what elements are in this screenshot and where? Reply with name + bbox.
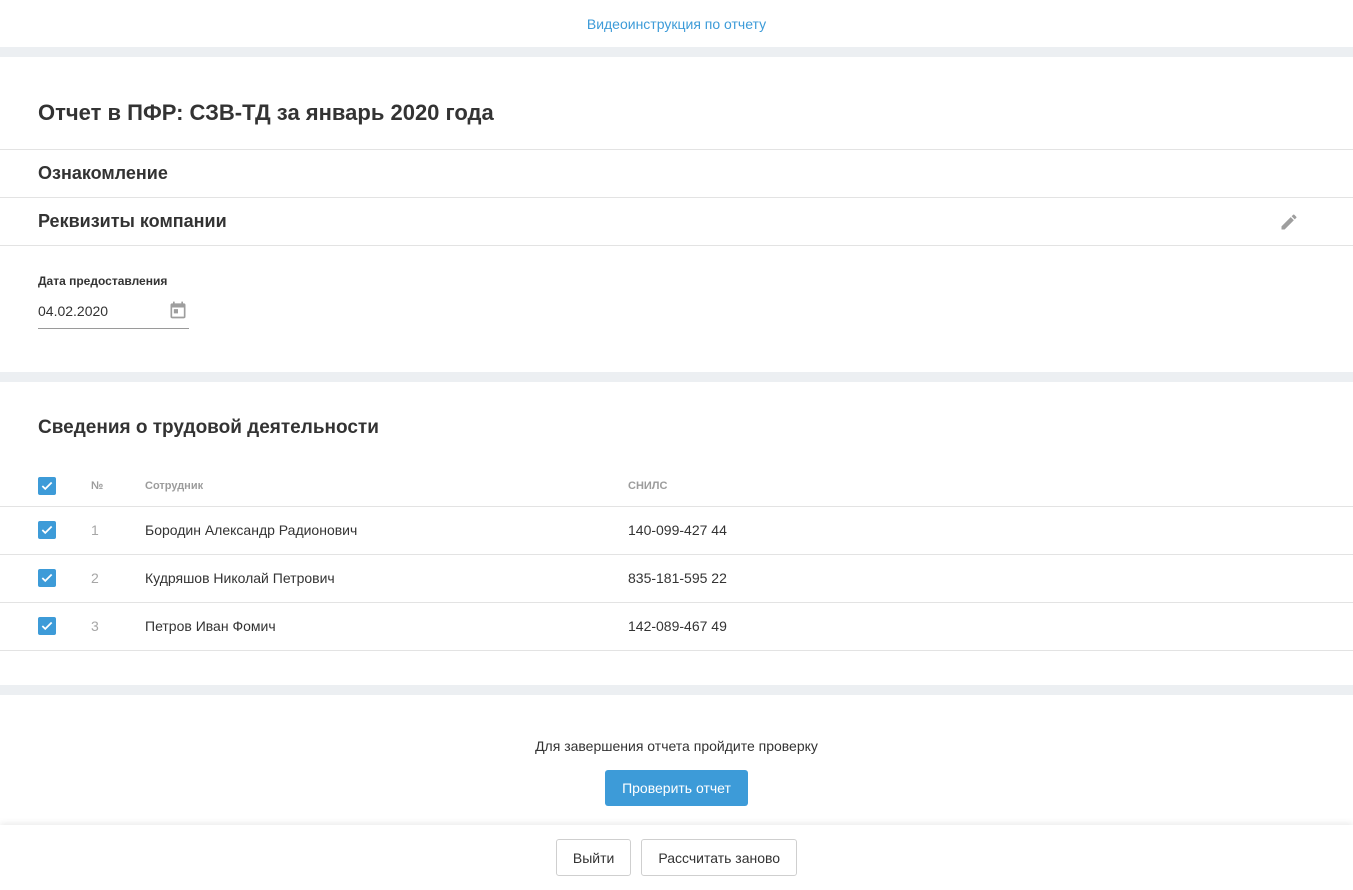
row-checkbox[interactable]	[38, 617, 56, 635]
table-header-row: № Сотрудник СНИЛС	[0, 466, 1353, 507]
top-link-bar: Видеоинструкция по отчету	[0, 0, 1353, 47]
section-company-label: Реквизиты компании	[38, 211, 227, 231]
table-row[interactable]: 2 Кудряшов Николай Петрович 835-181-595 …	[0, 554, 1353, 603]
verify-block: Для завершения отчета пройдите проверку …	[0, 695, 1353, 826]
row-checkbox[interactable]	[38, 521, 56, 539]
row-num: 2	[91, 554, 145, 603]
verify-hint: Для завершения отчета пройдите проверку	[535, 738, 818, 754]
checkmark-icon	[41, 525, 53, 535]
checkmark-icon	[41, 621, 53, 631]
section-separator	[0, 372, 1353, 382]
table-row[interactable]: 1 Бородин Александр Радионович 140-099-4…	[0, 506, 1353, 555]
footer-actions: Выйти Рассчитать заново	[0, 825, 1353, 890]
header-snils: СНИЛС	[628, 466, 1353, 507]
checkmark-icon	[41, 573, 53, 583]
section-intro[interactable]: Ознакомление	[0, 150, 1353, 197]
row-snils: 142-089-467 49	[628, 602, 1353, 651]
section-intro-label: Ознакомление	[38, 163, 168, 183]
verify-report-button[interactable]: Проверить отчет	[605, 770, 748, 806]
calendar-icon[interactable]	[167, 299, 189, 321]
section-separator	[0, 685, 1353, 695]
work-activity-title: Сведения о трудовой деятельности	[38, 417, 379, 438]
section-company-details[interactable]: Реквизиты компании	[0, 198, 1353, 245]
row-employee-name: Бородин Александр Радионович	[145, 506, 628, 555]
submission-date-block: Дата предоставления	[0, 246, 1353, 372]
report-header: Отчет в ПФР: СЗВ-ТД за январь 2020 года	[0, 57, 1353, 149]
row-snils: 140-099-427 44	[628, 506, 1353, 555]
video-instruction-link[interactable]: Видеоинструкция по отчету	[587, 16, 766, 32]
row-num: 1	[91, 506, 145, 555]
submission-date-field	[38, 299, 189, 329]
row-employee-name: Кудряшов Николай Петрович	[145, 554, 628, 603]
select-all-checkbox[interactable]	[38, 476, 56, 495]
submission-date-input[interactable]	[38, 302, 148, 319]
page-title: Отчет в ПФР: СЗВ-ТД за январь 2020 года	[38, 100, 494, 125]
section-separator	[0, 47, 1353, 57]
work-activity-block: Сведения о трудовой деятельности № Сотру…	[0, 382, 1353, 685]
header-num: №	[91, 466, 145, 507]
header-employee: Сотрудник	[145, 466, 628, 507]
submission-date-label: Дата предоставления	[38, 274, 168, 288]
employees-table: № Сотрудник СНИЛС 1 Бородин Александр Ра…	[0, 466, 1353, 651]
row-checkbox[interactable]	[38, 569, 56, 587]
row-snils: 835-181-595 22	[628, 554, 1353, 603]
checkmark-icon	[41, 481, 53, 490]
exit-button[interactable]: Выйти	[555, 839, 632, 876]
table-row[interactable]: 3 Петров Иван Фомич 142-089-467 49	[0, 602, 1353, 651]
row-employee-name: Петров Иван Фомич	[145, 602, 628, 651]
pencil-icon[interactable]	[1277, 210, 1301, 234]
recalculate-button[interactable]: Рассчитать заново	[641, 839, 798, 876]
row-num: 3	[91, 602, 145, 651]
